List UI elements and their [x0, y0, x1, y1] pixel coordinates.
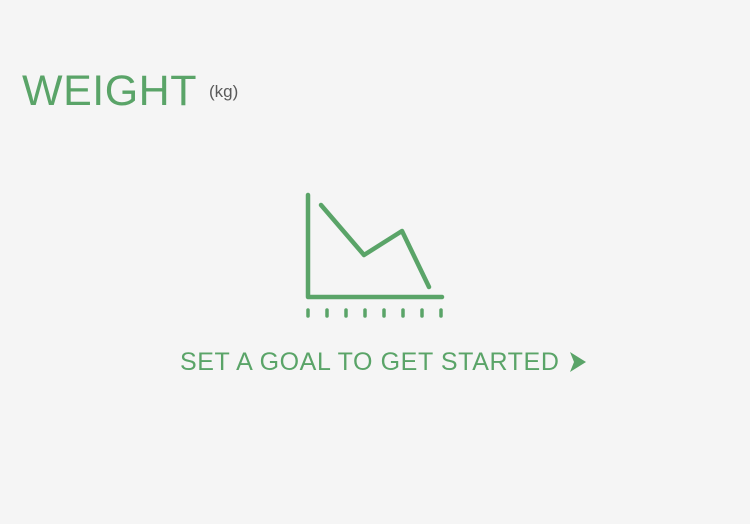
page-title: WEIGHT	[22, 67, 197, 115]
unit-label: (kg)	[208, 82, 239, 101]
set-goal-label: SET A GOAL TO GET STARTED	[180, 348, 560, 376]
weight-header: WEIGHT (kg)	[22, 66, 238, 116]
play-arrow-icon	[570, 352, 587, 372]
line-chart-icon	[305, 192, 445, 318]
set-goal-button[interactable]: SET A GOAL TO GET STARTED	[180, 346, 588, 378]
